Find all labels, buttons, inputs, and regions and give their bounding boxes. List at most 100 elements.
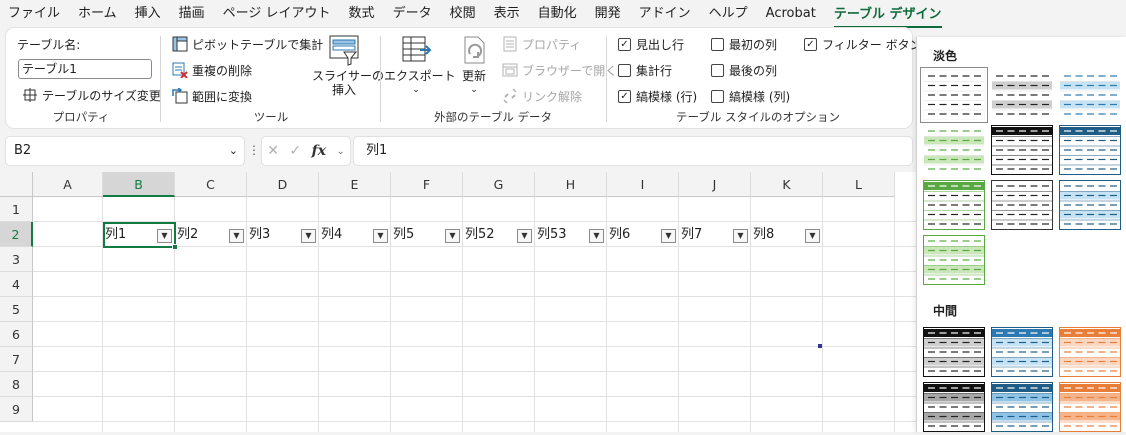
column-header[interactable]: H: [535, 172, 607, 197]
menu-tab[interactable]: テーブル デザイン: [833, 4, 942, 28]
first-column-checkbox[interactable]: 最初の列: [711, 35, 777, 53]
column-header[interactable]: D: [247, 172, 319, 197]
column-header[interactable]: J: [679, 172, 751, 197]
menu-tab[interactable]: ファイル: [8, 0, 60, 28]
table-style-thumbnail[interactable]: [991, 382, 1053, 432]
menu-tab[interactable]: Acrobat: [766, 0, 816, 28]
chevron-down-icon[interactable]: ⌄: [336, 146, 344, 157]
menu-tab[interactable]: 開発: [595, 0, 621, 28]
formula-input[interactable]: 列1: [354, 137, 912, 165]
filter-dropdown-icon[interactable]: ▼: [445, 229, 460, 243]
filter-dropdown-icon[interactable]: ▼: [229, 229, 244, 243]
filter-dropdown-icon[interactable]: ▼: [805, 229, 820, 243]
header-row-checkbox[interactable]: ✓ 見出し行: [618, 35, 684, 53]
insert-function-icon[interactable]: fx: [312, 143, 326, 159]
column-header[interactable]: B: [103, 172, 175, 197]
table-style-thumbnail[interactable]: [923, 327, 985, 377]
table-style-thumbnail[interactable]: [923, 180, 985, 230]
table-header-cell[interactable]: 列3 ▼: [247, 222, 319, 247]
table-header-cell[interactable]: 列2 ▼: [175, 222, 247, 247]
table-style-thumbnail[interactable]: [920, 67, 988, 123]
row-header[interactable]: 8: [0, 372, 33, 397]
filter-dropdown-icon[interactable]: ▼: [589, 229, 604, 243]
row-header[interactable]: 1: [0, 197, 33, 222]
menu-tab[interactable]: 校閲: [450, 0, 476, 28]
select-all-corner[interactable]: [0, 172, 33, 197]
row-header[interactable]: 2: [0, 222, 33, 247]
table-style-thumbnail[interactable]: [1059, 382, 1121, 432]
column-header[interactable]: G: [463, 172, 535, 197]
properties-button[interactable]: プロパティ: [502, 34, 581, 54]
table-header-cell[interactable]: 列53 ▼: [535, 222, 607, 247]
table-style-thumbnail[interactable]: [991, 327, 1053, 377]
column-header[interactable]: K: [751, 172, 823, 197]
table-style-thumbnail[interactable]: [1059, 180, 1121, 230]
unlink-button[interactable]: リンク解除: [502, 86, 582, 106]
filter-dropdown-icon[interactable]: ▼: [661, 229, 676, 243]
table-style-thumbnail[interactable]: [1059, 70, 1121, 120]
export-button[interactable]: エクスポート ⌄: [384, 34, 456, 97]
column-header[interactable]: A: [33, 172, 103, 197]
column-header[interactable]: E: [319, 172, 391, 197]
filter-button-checkbox[interactable]: ✓ フィルター ボタン: [804, 35, 922, 53]
filter-dropdown-icon[interactable]: ▼: [373, 229, 388, 243]
convert-to-range-button[interactable]: 範囲に変換: [172, 86, 252, 106]
chevron-down-icon[interactable]: ⌄: [229, 137, 238, 165]
table-header-cell[interactable]: 列8 ▼: [751, 222, 823, 247]
table-style-thumbnail[interactable]: [1059, 125, 1121, 175]
remove-duplicates-button[interactable]: 重複の削除: [172, 60, 252, 80]
menu-tab[interactable]: ページ レイアウト: [223, 0, 331, 28]
more-options-icon[interactable]: ⋮: [248, 143, 260, 157]
insert-slicer-button[interactable]: スライサーの 挿入: [312, 34, 384, 97]
confirm-icon[interactable]: ✓: [289, 143, 301, 159]
last-column-checkbox[interactable]: 最後の列: [711, 61, 777, 79]
row-header[interactable]: 3: [0, 247, 33, 272]
menu-tab[interactable]: アドイン: [639, 0, 691, 28]
filter-dropdown-icon[interactable]: ▼: [517, 229, 532, 243]
banded-columns-checkbox[interactable]: 縞模様 (列): [711, 87, 790, 105]
column-header[interactable]: I: [607, 172, 679, 197]
table-header-cell[interactable]: 列52 ▼: [463, 222, 535, 247]
menu-tab[interactable]: 描画: [179, 0, 205, 28]
table-header-cell[interactable]: 列4 ▼: [319, 222, 391, 247]
resize-table-button[interactable]: テーブルのサイズ変更: [22, 85, 161, 105]
table-resize-handle[interactable]: [818, 344, 822, 348]
menu-tab[interactable]: ヘルプ: [709, 0, 748, 28]
column-header[interactable]: C: [175, 172, 247, 197]
cancel-icon[interactable]: ✕: [267, 143, 279, 159]
table-name-input[interactable]: テーブル1: [18, 59, 152, 79]
table-style-thumbnail[interactable]: [991, 70, 1053, 120]
table-header-cell[interactable]: 列6 ▼: [607, 222, 679, 247]
pivot-summarize-button[interactable]: ピボットテーブルで集計: [172, 34, 323, 54]
open-in-browser-button[interactable]: ブラウザーで開く: [502, 60, 617, 80]
table-style-thumbnail[interactable]: [923, 382, 985, 432]
table-style-thumbnail[interactable]: [923, 125, 985, 175]
filter-dropdown-icon[interactable]: ▼: [733, 229, 748, 243]
name-box[interactable]: B2 ⌄: [6, 137, 244, 165]
fill-handle[interactable]: [172, 244, 178, 250]
table-style-thumbnail[interactable]: [991, 125, 1053, 175]
row-header[interactable]: 4: [0, 272, 33, 297]
menu-tab[interactable]: 数式: [349, 0, 375, 28]
menu-tab[interactable]: 自動化: [538, 0, 577, 28]
table-style-thumbnail[interactable]: [1059, 327, 1121, 377]
column-header[interactable]: L: [823, 172, 895, 197]
refresh-button[interactable]: 更新 ⌄: [452, 34, 496, 97]
table-header-cell[interactable]: 列7 ▼: [679, 222, 751, 247]
row-header[interactable]: 5: [0, 297, 33, 322]
menu-tab[interactable]: ホーム: [78, 0, 117, 28]
filter-dropdown-icon[interactable]: ▼: [301, 229, 316, 243]
menu-tab[interactable]: 表示: [494, 0, 520, 28]
table-style-thumbnail[interactable]: [991, 180, 1053, 230]
table-style-thumbnail[interactable]: [923, 235, 985, 285]
gridline: [33, 396, 916, 397]
banded-rows-checkbox[interactable]: ✓ 縞模様 (行): [618, 87, 697, 105]
row-header[interactable]: 9: [0, 397, 33, 422]
total-row-checkbox[interactable]: 集計行: [618, 61, 672, 79]
column-header[interactable]: F: [391, 172, 463, 197]
table-header-cell[interactable]: 列5 ▼: [391, 222, 463, 247]
menu-tab[interactable]: 挿入: [135, 0, 161, 28]
row-header[interactable]: 7: [0, 347, 33, 372]
row-header[interactable]: 6: [0, 322, 33, 347]
menu-tab[interactable]: データ: [393, 0, 432, 28]
